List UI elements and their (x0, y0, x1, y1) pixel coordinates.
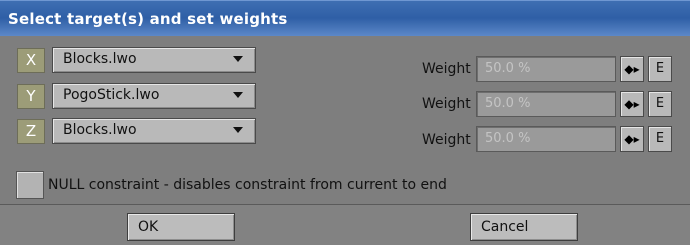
envelope-button-y[interactable]: E (648, 91, 672, 117)
axis-label-x: X (17, 48, 45, 73)
envelope-button-z[interactable]: E (648, 126, 672, 152)
envelope-button-x[interactable]: E (648, 56, 672, 82)
weight-spin-y-icon[interactable]: ◆▸ (620, 91, 644, 117)
weight-label-y: Weight (422, 96, 471, 112)
target-select-y[interactable]: PogoStick.lwo (52, 83, 256, 109)
weight-label-z: Weight (422, 132, 471, 148)
weight-input-z-value: 50.0 % (485, 131, 531, 146)
weight-input-y-value: 50.0 % (485, 96, 531, 111)
chevron-down-icon (233, 56, 243, 62)
cancel-button[interactable]: Cancel (470, 213, 578, 241)
weight-input-x[interactable]: 50.0 % (476, 56, 616, 82)
null-constraint-checkbox[interactable] (16, 171, 44, 199)
button-bar: OK Cancel (0, 204, 690, 245)
weight-spin-z-icon[interactable]: ◆▸ (620, 126, 644, 152)
weight-label-x: Weight (422, 61, 471, 77)
axis-label-z: Z (17, 119, 45, 144)
chevron-down-icon (233, 127, 243, 133)
target-select-x-value: Blocks.lwo (63, 51, 137, 67)
chevron-down-icon (233, 92, 243, 98)
target-select-z[interactable]: Blocks.lwo (52, 118, 256, 144)
target-select-y-value: PogoStick.lwo (63, 87, 160, 103)
null-constraint-label: NULL constraint - disables constraint fr… (48, 177, 447, 193)
axis-label-y: Y (17, 84, 45, 109)
weight-spin-x-icon[interactable]: ◆▸ (620, 56, 644, 82)
weight-input-x-value: 50.0 % (485, 61, 531, 76)
cancel-button-label: Cancel (481, 219, 529, 235)
target-select-z-value: Blocks.lwo (63, 122, 137, 138)
ok-button-label: OK (138, 219, 159, 235)
title-bar: Select target(s) and set weights (0, 0, 690, 36)
dialog-title: Select target(s) and set weights (8, 10, 288, 28)
ok-button[interactable]: OK (127, 213, 235, 241)
select-targets-dialog: Select target(s) and set weights X Block… (0, 0, 690, 245)
weight-input-z[interactable]: 50.0 % (476, 126, 616, 152)
target-select-x[interactable]: Blocks.lwo (52, 47, 256, 73)
weight-input-y[interactable]: 50.0 % (476, 91, 616, 117)
